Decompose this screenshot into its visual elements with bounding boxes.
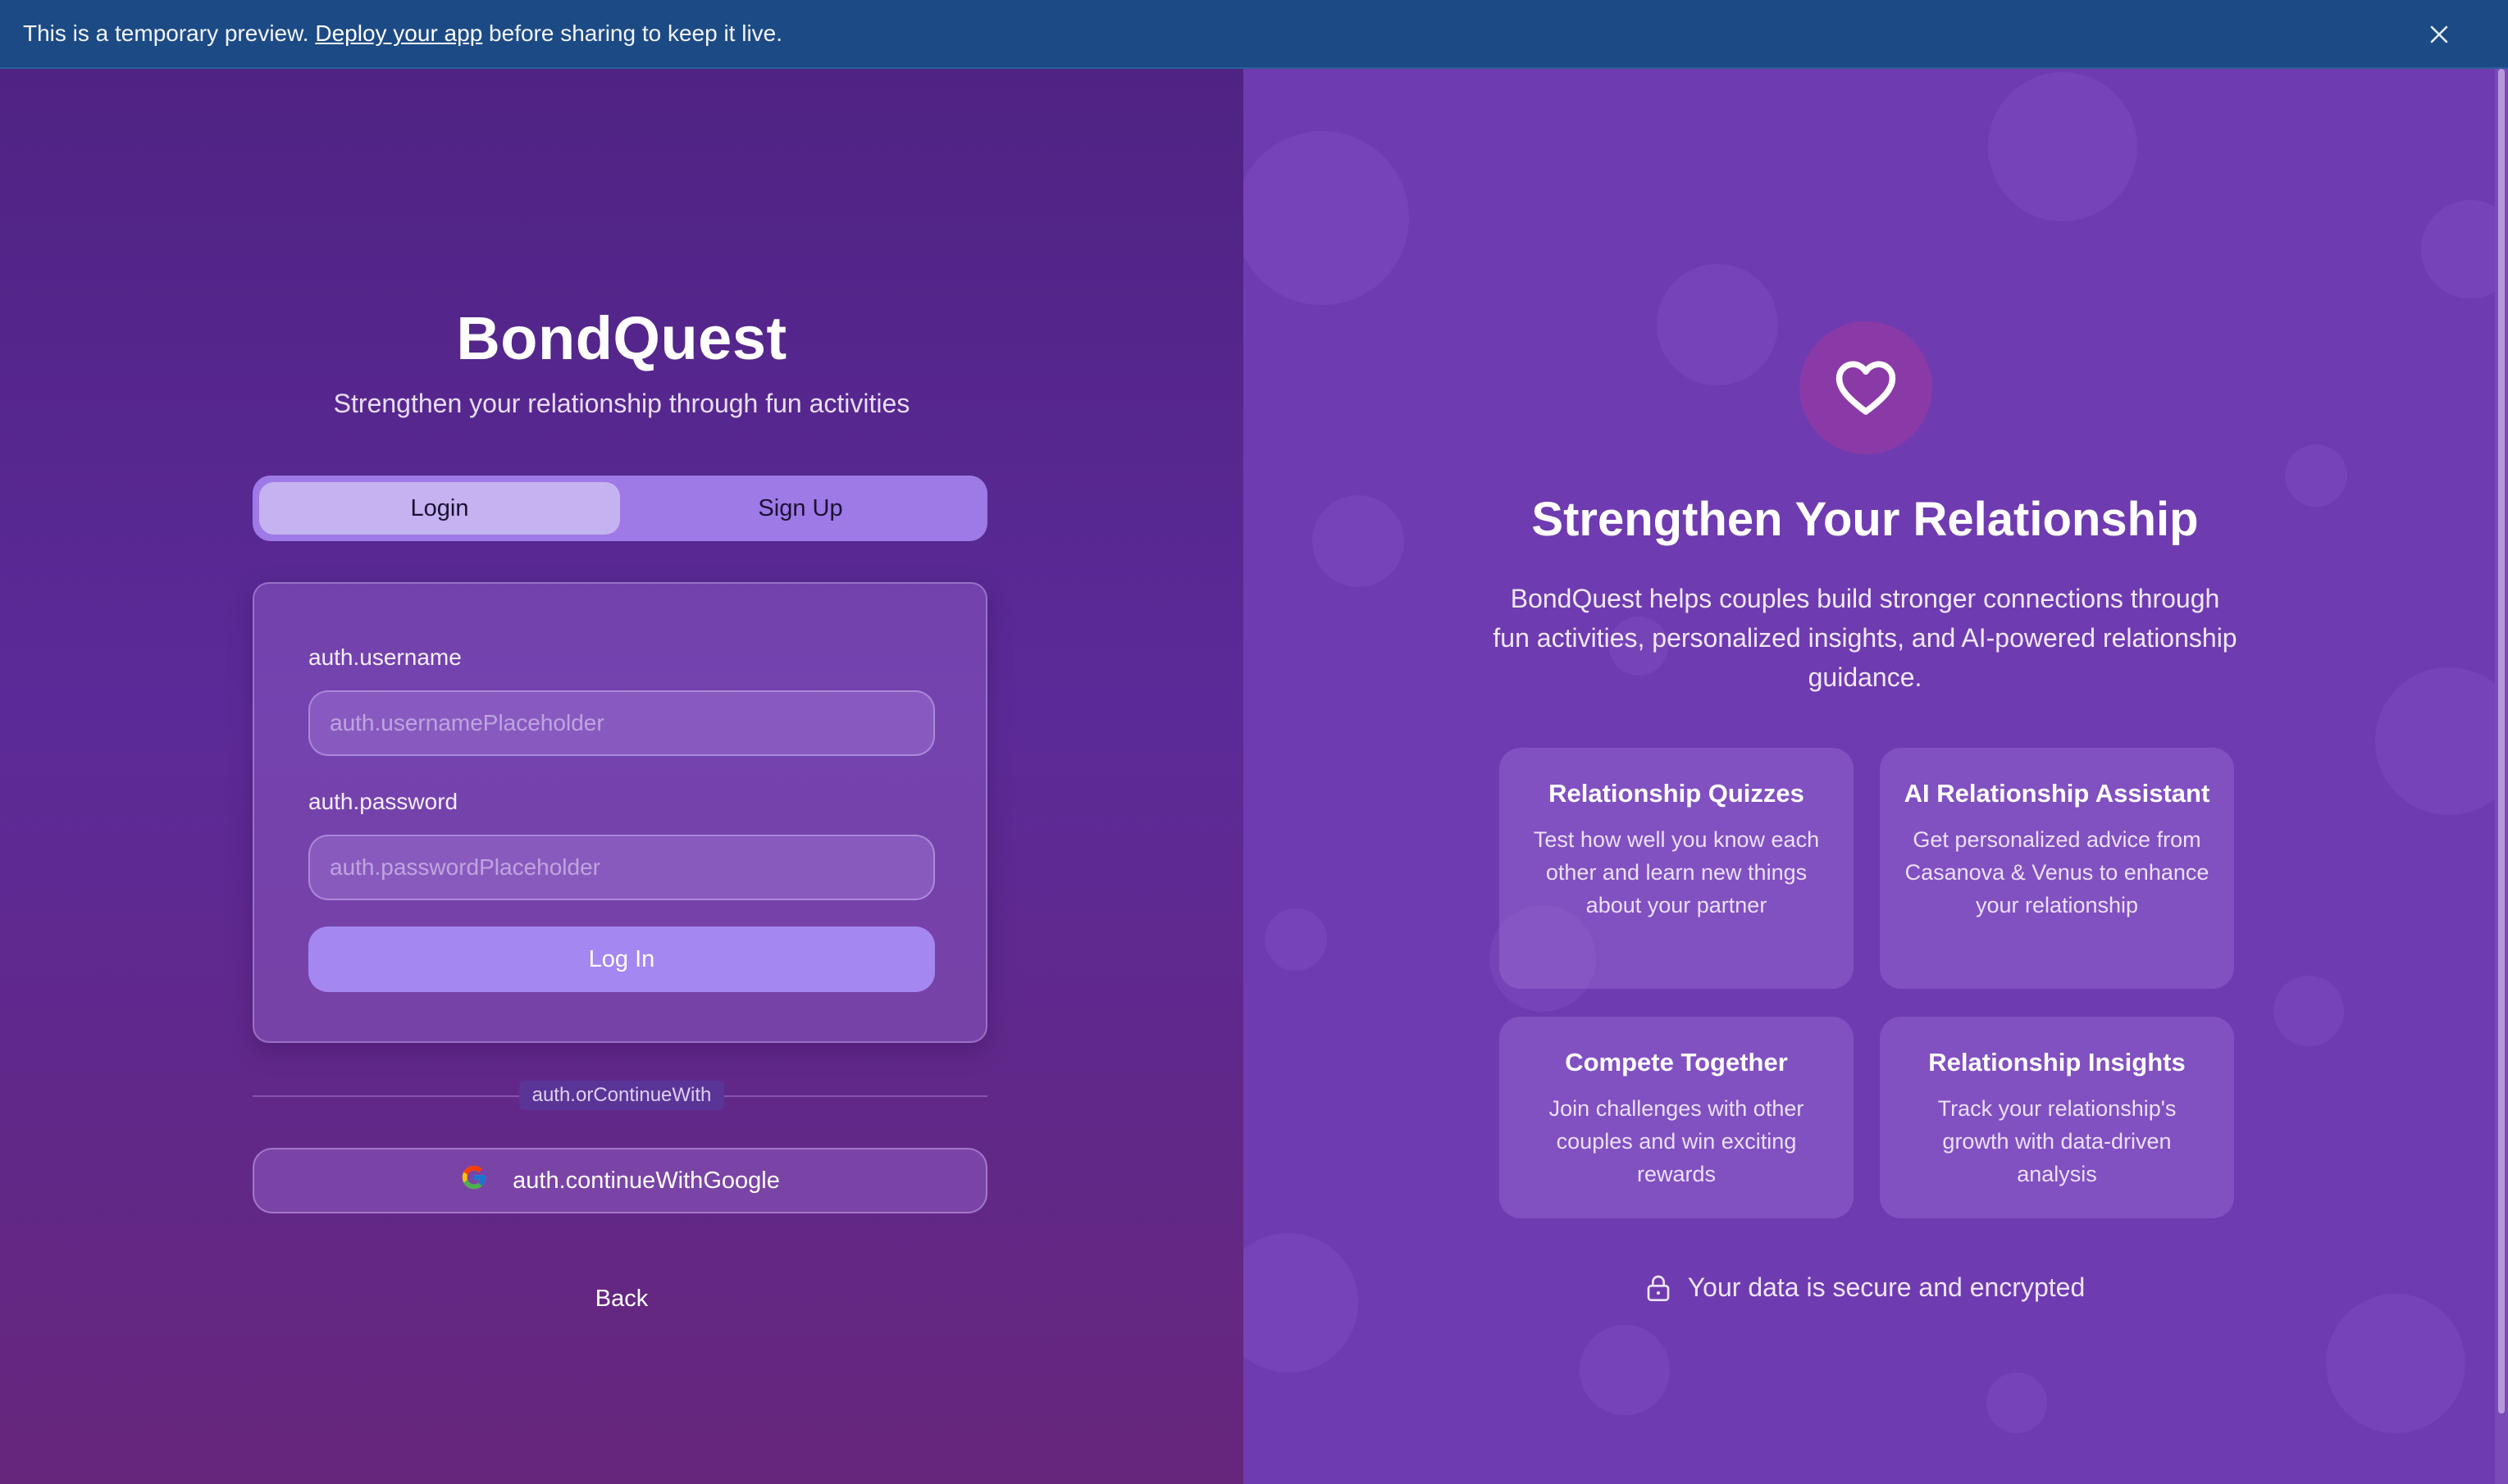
decor-bubble	[1986, 1372, 2047, 1433]
decor-bubble	[2273, 976, 2344, 1046]
username-label: auth.username	[308, 644, 462, 670]
security-text: Your data is secure and encrypted	[1687, 1272, 2086, 1302]
feature-text: Track your relationship's growth with da…	[1937, 1096, 2177, 1186]
feature-card-compete: Compete Together Join challenges with ot…	[1499, 1017, 1854, 1218]
feature-text: Get personalized advice from Casanova & …	[1904, 827, 2209, 917]
login-button[interactable]: Log In	[308, 926, 935, 992]
scrollbar[interactable]	[2495, 69, 2508, 1484]
promo-description: BondQuest helps couples build stronger c…	[1493, 584, 2237, 692]
promo-title: Strengthen Your Relationship	[1531, 493, 2199, 546]
feature-title: Compete Together	[1565, 1048, 1788, 1077]
feature-title: Relationship Quizzes	[1548, 779, 1804, 808]
feature-text: Join challenges with other couples and w…	[1548, 1096, 1804, 1186]
preview-banner: This is a temporary preview. Deploy your…	[0, 0, 2508, 69]
heart-badge	[1799, 321, 1932, 454]
banner-text-after: before sharing to keep it live.	[489, 20, 783, 46]
decor-bubble	[1580, 1325, 1670, 1415]
google-login-button[interactable]: auth.continueWithGoogle	[253, 1148, 987, 1213]
feature-card-insights: Relationship Insights Track your relatio…	[1880, 1017, 2234, 1218]
feature-title: AI Relationship Assistant	[1904, 779, 2210, 808]
feature-card-ai-assistant: AI Relationship Assistant Get personaliz…	[1880, 748, 2234, 989]
password-label: auth.password	[308, 789, 458, 814]
decor-bubble	[1657, 264, 1778, 385]
feature-text: Test how well you know each other and le…	[1533, 827, 1820, 917]
google-button-label: auth.continueWithGoogle	[513, 1167, 780, 1194]
security-note: Your data is secure and encrypted	[1243, 1272, 2487, 1303]
heart-icon	[1835, 361, 1896, 415]
brand-title: BondQuest	[456, 304, 787, 372]
divider-label-wrap: auth.orContinueWith	[0, 1081, 1243, 1110]
auth-panel: BondQuest Strengthen your relationship t…	[0, 69, 1243, 1484]
decor-bubble	[2421, 200, 2495, 298]
decor-bubble	[1988, 72, 2137, 221]
deploy-app-link[interactable]: Deploy your app	[315, 20, 482, 47]
decor-bubble	[1265, 908, 1327, 971]
auth-tabs: Login Sign Up	[253, 476, 987, 541]
lock-icon	[1647, 1275, 1670, 1301]
back-button[interactable]: Back	[0, 1286, 1243, 1313]
decor-bubble	[2375, 667, 2495, 815]
tab-login[interactable]: Login	[259, 482, 620, 535]
divider-label: auth.orContinueWith	[518, 1081, 725, 1110]
scrollbar-thumb[interactable]	[2498, 69, 2505, 1413]
feature-title: Relationship Insights	[1928, 1048, 2186, 1077]
password-input[interactable]	[308, 835, 935, 900]
tab-sign-up[interactable]: Sign Up	[620, 482, 981, 535]
login-form-card: auth.username auth.password Log In	[253, 582, 987, 1043]
feature-card-quizzes: Relationship Quizzes Test how well you k…	[1499, 748, 1854, 989]
banner-text-before: This is a temporary preview.	[23, 20, 309, 46]
decor-bubble	[2326, 1294, 2465, 1433]
google-icon	[460, 1163, 488, 1198]
promo-panel: Strengthen Your Relationship BondQuest h…	[1243, 69, 2495, 1484]
decor-bubble	[1243, 131, 1409, 305]
decor-bubble	[1243, 1233, 1358, 1372]
username-input[interactable]	[308, 690, 935, 756]
brand-tagline: Strengthen your relationship through fun…	[333, 389, 910, 418]
close-icon[interactable]	[2424, 20, 2454, 49]
